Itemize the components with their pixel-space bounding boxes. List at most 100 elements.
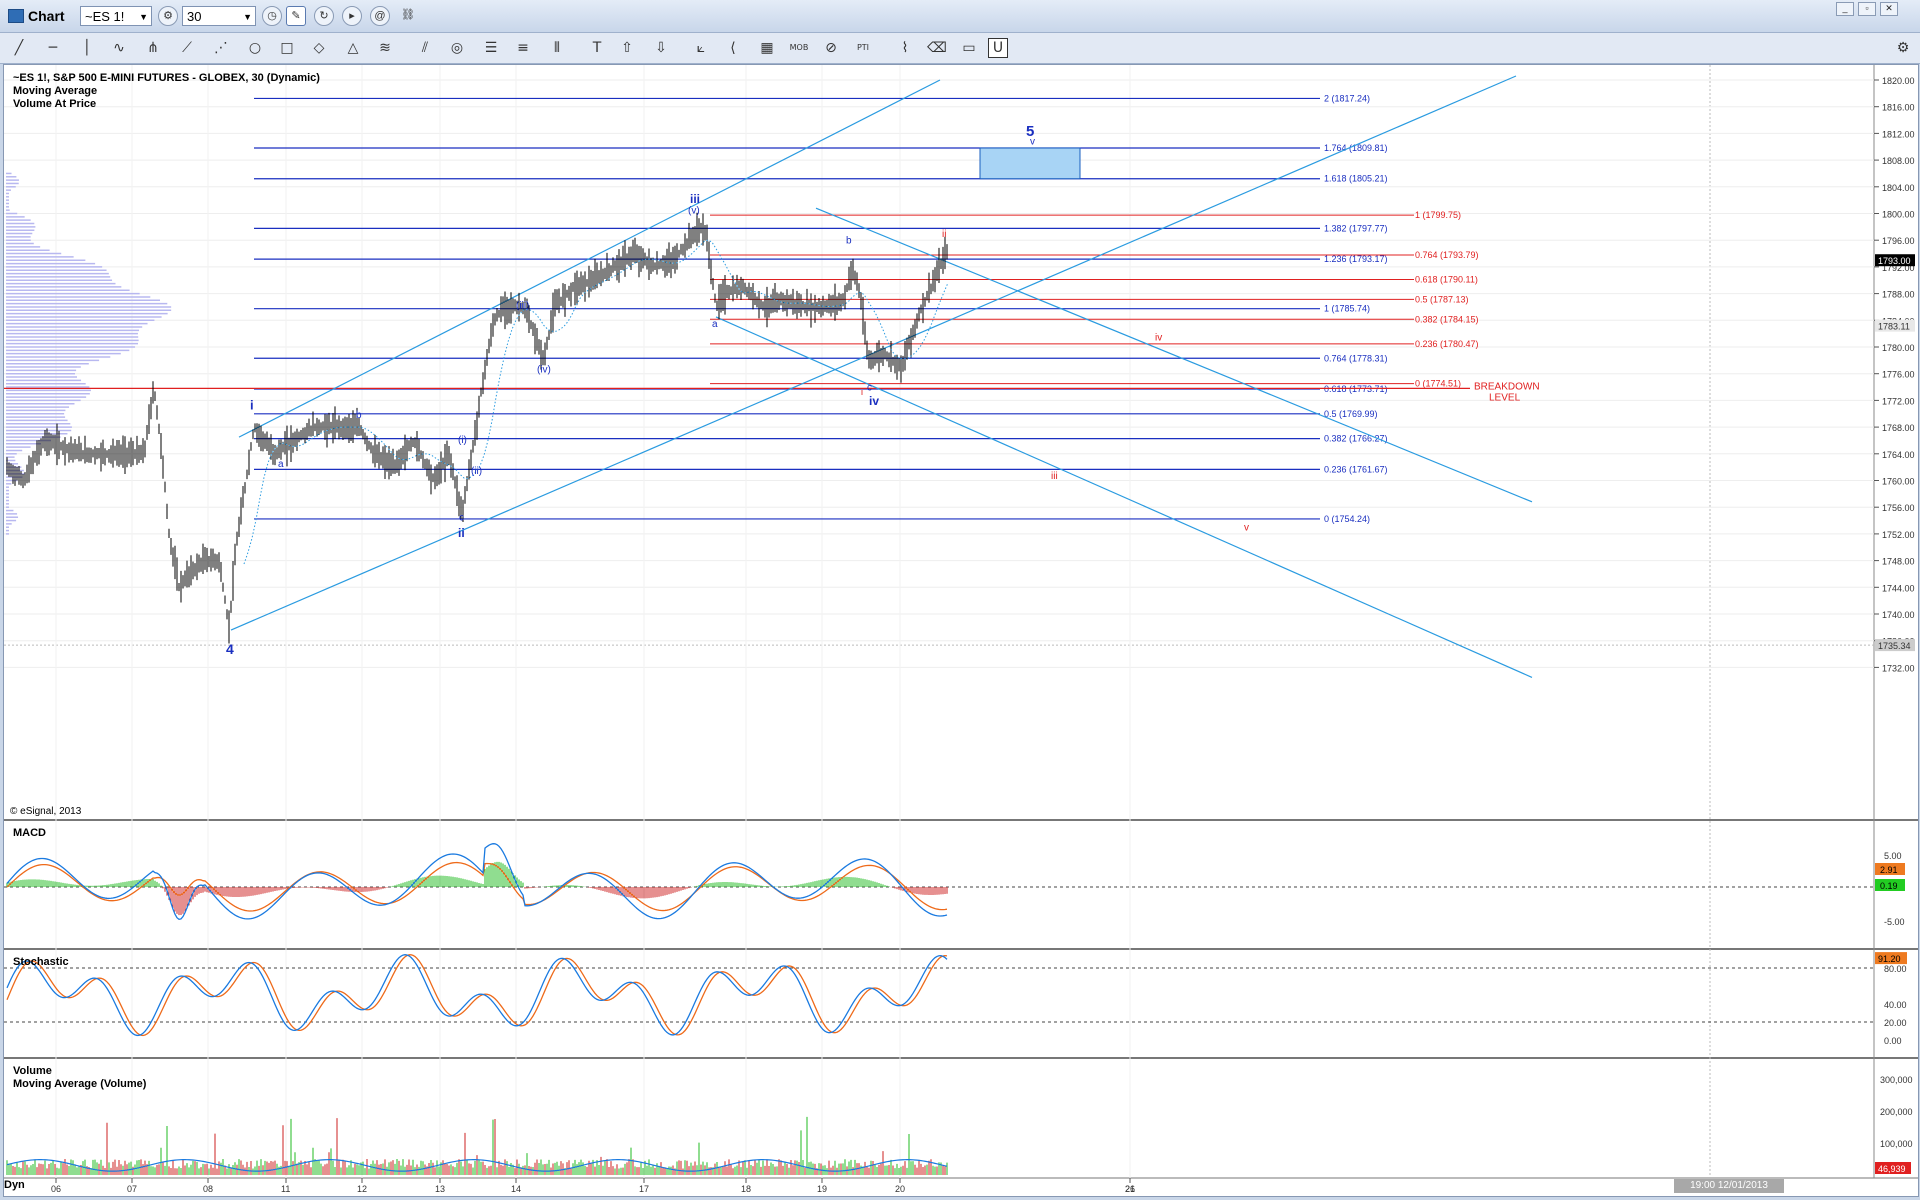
pti-icon[interactable]: PTI	[852, 38, 874, 58]
wave-label-wiv_small: (iv)	[537, 364, 551, 375]
wave-label-wa2: a	[712, 319, 718, 330]
magnet-icon[interactable]: U	[988, 38, 1008, 58]
wave-label-wi: i	[250, 398, 254, 413]
date-tick-label: 18	[741, 1184, 751, 1194]
date-tick-label: 19	[817, 1184, 827, 1194]
eraser-icon[interactable]: ⌫	[926, 38, 948, 58]
chart-area[interactable]: 2 (1817.24) 1.764 (1809.81) 1.618 (1805.21…	[3, 64, 1919, 1197]
play-icon[interactable]: ▸	[342, 6, 362, 26]
title-bar: Chart ~ES 1! ▼ ⚙ 30 ▼ ◷ ✎ ↻ ▸ @ ⛓ _ ▫ ✕	[0, 0, 1920, 33]
ellipse-icon[interactable]: ○	[244, 38, 266, 58]
fib-time-icon[interactable]: ⦀	[546, 38, 568, 58]
stoch-tick-label: 80.00	[1884, 964, 1907, 974]
regression-icon[interactable]: ⟀	[690, 38, 712, 58]
copyright-text: © eSignal, 2013	[10, 806, 82, 817]
vertical-line-icon[interactable]: │	[76, 38, 98, 58]
text-icon[interactable]: T	[586, 38, 608, 58]
macd-label: MACD	[13, 827, 46, 839]
symbol-link-icon[interactable]: ⚙	[158, 6, 178, 26]
arrow-up-icon[interactable]: ⇧	[616, 38, 638, 58]
chart-canvas[interactable]: 2 (1817.24)1.764 (1809.81)1.618 (1805.21…	[4, 65, 1918, 1196]
price-tick-label: 1776.00	[1882, 370, 1915, 380]
price-tick-label: 1760.00	[1882, 477, 1915, 487]
rectangle-icon[interactable]: □	[276, 38, 298, 58]
date-stamp: 19:00 12/01/2013	[1674, 1179, 1784, 1193]
wave-label-wv: v	[1030, 137, 1035, 148]
interval-input[interactable]: 30 ▼	[182, 6, 256, 26]
note-icon[interactable]: ▭	[958, 38, 980, 58]
parallel-icon[interactable]: ⫽	[414, 38, 436, 58]
wave-label-wb1: b	[356, 410, 362, 421]
minimize-button[interactable]: _	[1836, 2, 1854, 16]
price-tick-label: 1764.00	[1882, 450, 1915, 460]
speed-icon[interactable]: ⟨	[722, 38, 744, 58]
channel-icon[interactable]: ≋	[374, 38, 396, 58]
volume-value: 46,939	[1878, 1164, 1906, 1174]
wave-icon[interactable]: ⌇	[894, 38, 916, 58]
gann-icon[interactable]: ⋰	[210, 38, 232, 58]
date-tick-label: 07	[127, 1184, 137, 1194]
triangle-icon[interactable]: △	[342, 38, 364, 58]
wave-label-riv: iv	[1155, 332, 1162, 343]
price-tick-label: 1740.00	[1882, 610, 1915, 620]
price-tick-label: 1780.00	[1882, 343, 1915, 353]
wave-label-wi_small: (i)	[458, 435, 467, 446]
chevron-down-icon[interactable]: ▼	[243, 7, 252, 27]
chart-app-icon	[8, 9, 24, 23]
target-zone-box	[979, 147, 1081, 180]
moving-average-line	[243, 239, 949, 565]
draw-pencil-icon[interactable]: ✎	[286, 6, 306, 26]
wave-label-wb2: b	[846, 236, 852, 247]
pencil-icon[interactable]: ◇	[308, 38, 330, 58]
volume-tick-label: 300,000	[1880, 1075, 1913, 1085]
price-tick-label: 1788.00	[1882, 290, 1915, 300]
freehand-icon[interactable]: ∿	[108, 38, 130, 58]
ruler-icon[interactable]: ⊘	[820, 38, 842, 58]
chevron-down-icon[interactable]: ▼	[139, 7, 148, 27]
fib-blue-label: 2 (1817.24)	[1324, 93, 1370, 103]
refresh-icon[interactable]: ↻	[314, 6, 334, 26]
date-tick-label: 26	[1125, 1184, 1135, 1194]
symbol-input[interactable]: ~ES 1! ▼	[80, 6, 152, 26]
price-tick-label: 1820.00	[1882, 76, 1915, 86]
trendline-icon[interactable]: ╱	[8, 38, 30, 58]
drawing-toolbar: ╱ ─ │ ∿ ⋔ ⟋ ⋰ ○ □ ◇ △ ≋ ⫽ ◎ ☰ ≡ ⦀ T ⇧ ⇩ …	[0, 33, 1920, 64]
wave-label-wii_small: (ii)	[471, 466, 482, 477]
chart-symbol-title: ~ES 1!, S&P 500 E-MINI FUTURES - GLOBEX,…	[13, 72, 320, 84]
fib-blue-label: 1.382 (1797.77)	[1324, 223, 1388, 233]
mob-icon[interactable]: MOB	[788, 38, 810, 58]
fib-extension-icon[interactable]: ≡	[512, 38, 534, 58]
fib-red-label: 0.382 (1784.15)	[1415, 314, 1479, 324]
close-button[interactable]: ✕	[1880, 2, 1898, 16]
price-tick-label: 1752.00	[1882, 530, 1915, 540]
dynamic-mode-label[interactable]: Dyn	[4, 1179, 25, 1191]
wave-label-rv: v	[1244, 523, 1249, 534]
low-value-tag: 1735.34	[1878, 641, 1911, 651]
clock-icon[interactable]: ◷	[262, 6, 282, 26]
last-price-tag: 1793.00	[1878, 256, 1911, 266]
arrow-down-icon[interactable]: ⇩	[650, 38, 672, 58]
breakdown-label: BREAKDOWN	[1474, 381, 1540, 392]
ma-value-tag: 1783.11	[1878, 322, 1910, 332]
stoch-tick-label: 0.00	[1884, 1036, 1902, 1046]
fib-retracement-icon[interactable]: ☰	[480, 38, 502, 58]
fan-icon[interactable]: ⟋	[176, 38, 198, 58]
wave-label-wv_small: (v)	[688, 206, 700, 217]
fib-red-label: 0 (1774.51)	[1415, 379, 1461, 389]
horizontal-line-icon[interactable]: ─	[42, 38, 64, 58]
pitchfork-icon[interactable]: ⋔	[142, 38, 164, 58]
price-tick-label: 1796.00	[1882, 236, 1915, 246]
wave-label-wa1: a	[278, 459, 284, 470]
link-icon[interactable]: ⛓	[398, 6, 418, 26]
macd-value: 2.91	[1880, 865, 1898, 875]
alert-icon[interactable]: @	[370, 6, 390, 26]
stoch-tick-label: 20.00	[1884, 1018, 1907, 1028]
window-title: Chart	[28, 8, 65, 24]
settings-icon[interactable]: ⚙	[1892, 38, 1914, 58]
cycle-icon[interactable]: ◎	[446, 38, 468, 58]
date-tick-label: 11	[281, 1184, 290, 1194]
grid-icon[interactable]: ▦	[756, 38, 778, 58]
price-tick-label: 1808.00	[1882, 156, 1915, 166]
restore-button[interactable]: ▫	[1858, 2, 1876, 16]
stoch-value: 91.20	[1878, 954, 1901, 964]
